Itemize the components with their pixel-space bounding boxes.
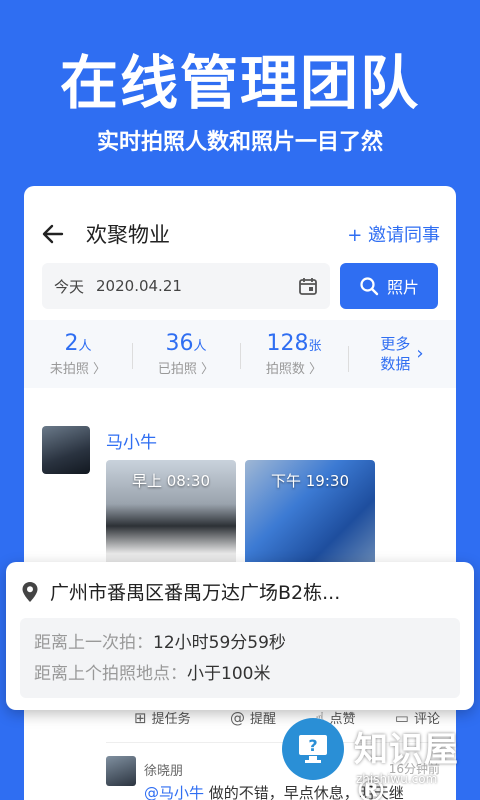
org-title: 欢聚物业: [86, 223, 170, 247]
stat-label: 拍照数 〉: [265, 362, 323, 377]
photo-time-label: 下午 19:30: [271, 472, 349, 490]
search-row: 今天 2020.04.21 照片: [42, 263, 438, 309]
arrow-left-icon[interactable]: [40, 221, 66, 247]
photo-button-label: 照片: [386, 278, 419, 297]
help-monitor-icon: ?: [282, 718, 344, 780]
top-bar: 欢聚物业 + 邀请同事: [40, 216, 440, 252]
stat-unit: 人: [78, 339, 92, 354]
photo-search-button[interactable]: 照片: [340, 263, 438, 309]
comment-avatar[interactable]: [106, 756, 136, 786]
assign-task-button[interactable]: ⊞ 提任务: [134, 708, 191, 728]
action-label: 提任务: [151, 712, 191, 727]
feed-user-name[interactable]: 马小牛: [106, 428, 157, 453]
stat-label: 已拍照 〉: [157, 362, 215, 377]
chevron-right-icon: ›: [416, 343, 424, 364]
stat-number: 36: [165, 331, 194, 356]
date-prefix: 今天: [54, 277, 85, 296]
watermark-title: 知识屋®: [354, 730, 459, 800]
hero-title: 在线管理团队: [59, 49, 420, 117]
svg-text:?: ?: [308, 736, 317, 755]
at-icon: @: [229, 708, 245, 727]
stat-number: 128: [266, 331, 309, 356]
stat-number: 2: [64, 331, 79, 356]
remind-button[interactable]: @ 提醒: [229, 708, 276, 728]
comment-author[interactable]: 徐晓朋: [144, 760, 183, 779]
distance-info: 距离上一次拍：12小时59分59秒 距离上个拍照地点：小于100米: [20, 618, 460, 698]
photo-thumbnail[interactable]: 早上 08:30: [106, 460, 236, 570]
comment-mention[interactable]: @马小牛: [144, 784, 204, 800]
more-line1: 更多: [380, 335, 411, 353]
location-text: 广州市番禺区番禺万达广场B2栋...: [50, 582, 341, 604]
watermark-logo: ? 知识屋® zhishiwu.com: [282, 710, 480, 800]
date-picker[interactable]: 今天 2020.04.21: [42, 263, 330, 309]
stat-unit: 张: [308, 339, 322, 354]
stats-bar: 2人 未拍照 〉 36人 已拍照 〉 128张 拍照数 〉 更多 数据 ›: [24, 320, 456, 388]
location-popup: 广州市番禺区番禺万达广场B2栋... 距离上一次拍：12小时59分59秒 距离上…: [6, 562, 474, 710]
location-pin-icon: [22, 581, 38, 602]
watermark-url: zhishiwu.com: [356, 772, 438, 786]
info-key: 距离上一次拍：: [34, 633, 153, 653]
info-value: 12小时59分59秒: [153, 633, 286, 653]
stat-photographed[interactable]: 36人 已拍照 〉: [132, 331, 240, 377]
more-line2: 数据: [380, 355, 411, 373]
more-data-button[interactable]: 更多数据 ›: [348, 334, 456, 374]
stat-unit: 人: [193, 339, 207, 354]
photo-thumbnail[interactable]: 下午 19:30: [245, 460, 375, 570]
date-value: 2020.04.21: [96, 277, 182, 295]
location-row: 广州市番禺区番禺万达广场B2栋...: [20, 578, 460, 605]
info-value: 小于100米: [187, 664, 271, 684]
info-key: 距离上个拍照地点：: [34, 664, 187, 684]
stat-photo-count[interactable]: 128张 拍照数 〉: [240, 331, 348, 377]
action-label: 提醒: [249, 712, 276, 727]
search-icon: [360, 277, 379, 296]
photo-time-label: 早上 08:30: [132, 472, 210, 490]
stat-not-photographed[interactable]: 2人 未拍照 〉: [24, 331, 132, 377]
avatar[interactable]: [42, 426, 90, 474]
invite-colleague-button[interactable]: + 邀请同事: [347, 221, 440, 247]
hero-subtitle: 实时拍照人数和照片一目了然: [96, 130, 383, 155]
calendar-icon[interactable]: [298, 276, 318, 296]
stat-label: 未拍照 〉: [49, 362, 107, 377]
task-icon: ⊞: [134, 708, 147, 727]
